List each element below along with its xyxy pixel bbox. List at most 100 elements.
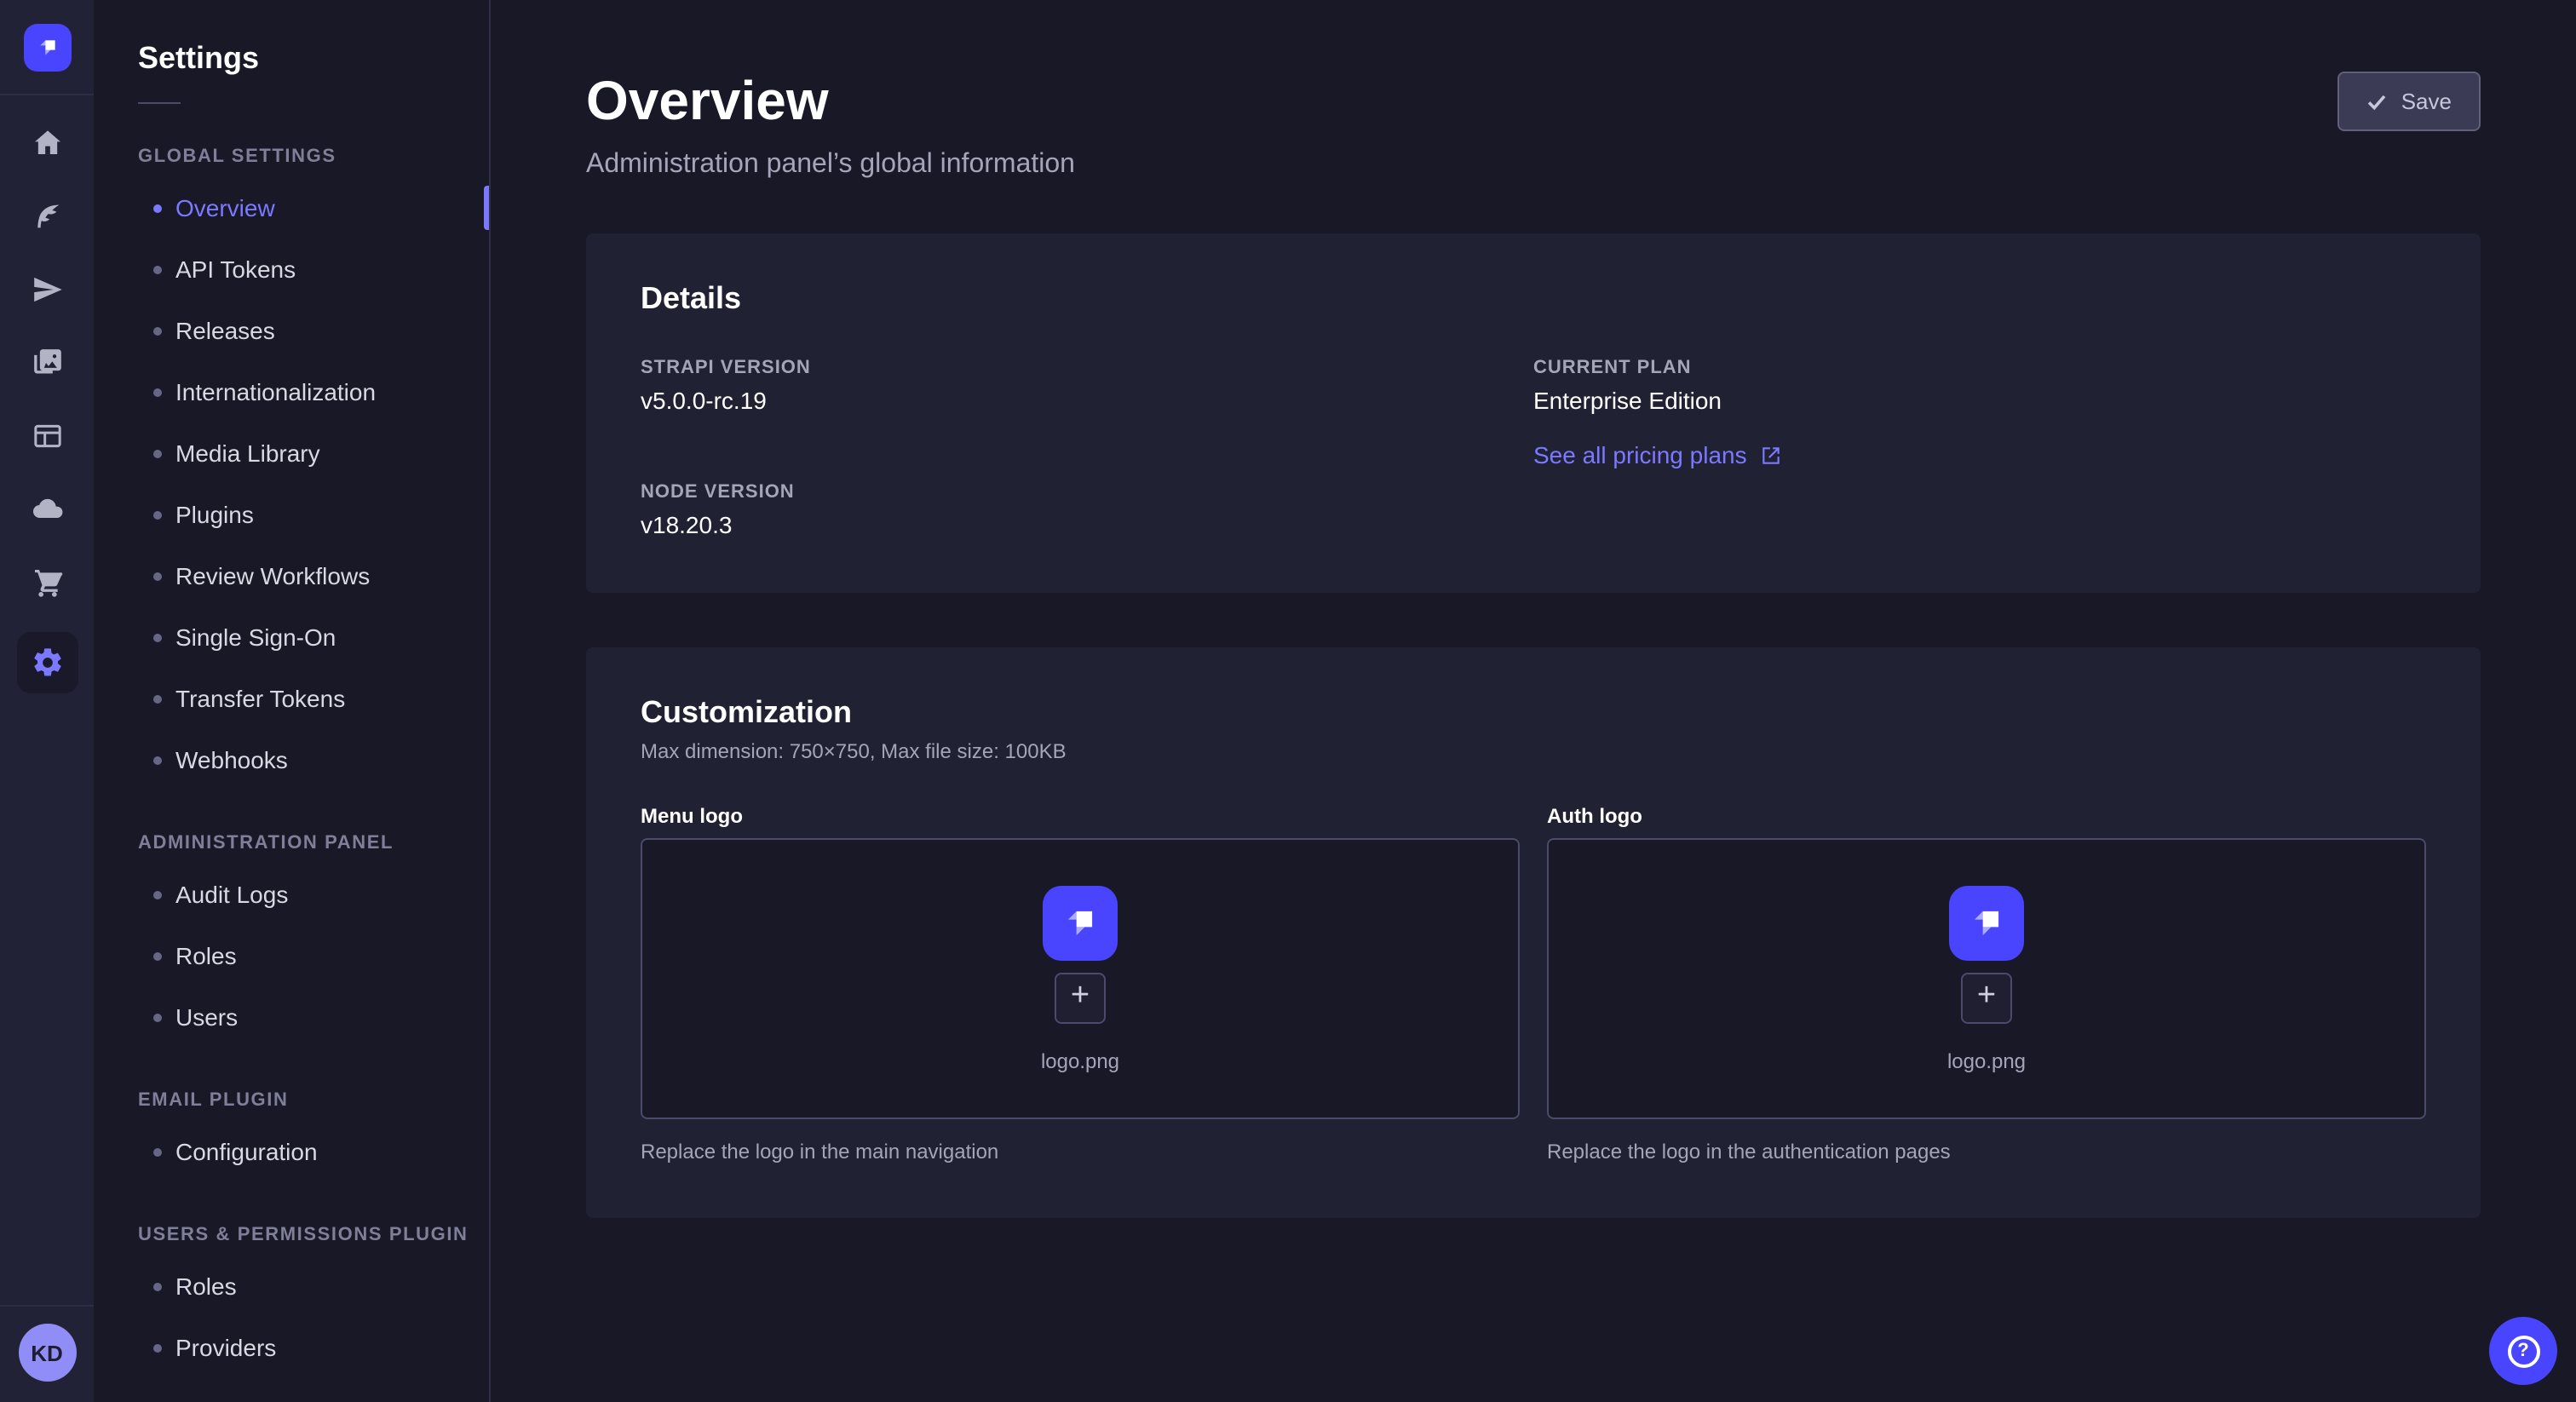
bullet-icon [153, 756, 162, 764]
current-plan-field: CURRENT PLAN Enterprise Edition [1533, 358, 2426, 414]
settings-nav-sections: GLOBAL SETTINGS Overview API Tokens Release… [94, 147, 489, 1378]
bullet-icon [153, 510, 162, 519]
nav-section-label: GLOBAL SETTINGS [94, 147, 489, 167]
settings-nav-item-users[interactable]: Users [94, 986, 489, 1048]
auth-logo-upload-box[interactable]: + logo.png [1547, 838, 2426, 1119]
images-rail-button[interactable] [30, 346, 64, 380]
menu-logo-preview [1043, 885, 1118, 960]
settings-nav-item-api-tokens[interactable]: API Tokens [94, 238, 489, 300]
nav-section-label: USERS & PERMISSIONS PLUGIN [94, 1225, 489, 1245]
layout-icon [30, 419, 64, 453]
settings-nav-item-providers[interactable]: Providers [94, 1317, 489, 1378]
current-plan-value: Enterprise Edition [1533, 387, 2426, 414]
settings-nav-item-overview[interactable]: Overview [94, 177, 489, 238]
nav-item-label: Webhooks [175, 746, 288, 773]
bullet-icon [153, 951, 162, 960]
layout-rail-button[interactable] [30, 419, 64, 453]
bullet-icon [153, 694, 162, 703]
settings-nav-item-configuration[interactable]: Configuration [94, 1121, 489, 1182]
settings-nav-item-roles[interactable]: Roles [94, 1255, 489, 1317]
main-content: Overview Administration panel’s global i… [491, 0, 2576, 1402]
strapi-workspace-button[interactable] [23, 24, 71, 72]
bullet-icon [153, 388, 162, 396]
menu-logo-filename: logo.png [1041, 1049, 1119, 1072]
bullet-icon [153, 265, 162, 273]
nav-section-label: EMAIL PLUGIN [94, 1090, 489, 1111]
external-link-icon [1761, 444, 1783, 466]
save-button-label: Save [2401, 89, 2452, 114]
save-button[interactable]: Save [2338, 72, 2481, 131]
nav-item-label: Review Workflows [175, 562, 370, 589]
strapi-admin-app: KD Settings GLOBAL SETTINGSOverviewAPI T… [0, 0, 2576, 1402]
bullet-icon [153, 1013, 162, 1021]
strapi-logo-icon [1964, 900, 2009, 945]
nav-list: Configuration [94, 1121, 489, 1182]
node-version-value: v18.20.3 [641, 511, 1533, 538]
bullet-icon [153, 572, 162, 580]
settings-nav-item-review-workflows[interactable]: Review Workflows [94, 545, 489, 606]
rail-nav [16, 95, 78, 693]
main-nav-rail: KD [0, 0, 94, 1402]
nav-item-label: Providers [175, 1334, 276, 1361]
nav-item-label: Overview [175, 194, 275, 221]
menu-logo-hint: Replace the logo in the main navigation [641, 1140, 1520, 1164]
details-left-column: STRAPI VERSION v5.0.0-rc.19 NODE VERSION… [641, 358, 1533, 538]
title-rule [138, 102, 181, 104]
page-header-text: Overview Administration panel’s global i… [586, 68, 1075, 181]
active-indicator [484, 186, 489, 230]
user-avatar[interactable]: KD [18, 1324, 76, 1382]
bullet-icon [153, 633, 162, 641]
customization-card: Customization Max dimension: 750×750, Ma… [586, 647, 2481, 1218]
help-button[interactable]: ? [2489, 1317, 2557, 1385]
nav-section-email-plugin: EMAIL PLUGIN Configuration [94, 1090, 489, 1182]
settings-nav-item-plugins[interactable]: Plugins [94, 484, 489, 545]
feather-rail-button[interactable] [30, 199, 64, 233]
auth-logo-label: Auth logo [1547, 804, 2426, 828]
auth-logo-field: Auth logo + logo.png Replace the logo [1547, 804, 2426, 1164]
customization-card-subtitle: Max dimension: 750×750, Max file size: 1… [641, 739, 2426, 763]
details-right-column: CURRENT PLAN Enterprise Edition See all … [1533, 358, 2426, 538]
auth-logo-add-button[interactable]: + [1961, 972, 2012, 1023]
plus-icon: + [1071, 980, 1090, 1012]
pricing-plans-link[interactable]: See all pricing plans [1533, 441, 1783, 468]
settings-nav-item-transfer-tokens[interactable]: Transfer Tokens [94, 668, 489, 729]
settings-nav-item-webhooks[interactable]: Webhooks [94, 729, 489, 790]
settings-nav-item-internationalization[interactable]: Internationalization [94, 361, 489, 422]
menu-logo-add-button[interactable]: + [1055, 972, 1106, 1023]
menu-logo-upload-box[interactable]: + logo.png [641, 838, 1520, 1119]
auth-logo-hint: Replace the logo in the authentication p… [1547, 1140, 2426, 1164]
nav-item-label: Releases [175, 317, 275, 344]
paper-plane-rail-button[interactable] [30, 273, 64, 307]
home-rail-button[interactable] [30, 126, 64, 160]
page-header: Overview Administration panel’s global i… [586, 68, 2481, 181]
nav-section-label: ADMINISTRATION PANEL [94, 833, 489, 853]
bullet-icon [153, 449, 162, 457]
details-card: Details STRAPI VERSION v5.0.0-rc.19 NODE… [586, 233, 2481, 593]
bullet-icon [153, 1282, 162, 1290]
home-icon [30, 126, 64, 160]
strapi-logo-icon [33, 34, 60, 61]
pricing-plans-link-label: See all pricing plans [1533, 441, 1747, 468]
settings-nav-item-roles[interactable]: Roles [94, 925, 489, 986]
settings-nav-item-audit-logs[interactable]: Audit Logs [94, 864, 489, 925]
nav-item-label: Roles [175, 942, 237, 969]
strapi-version-label: STRAPI VERSION [641, 358, 1533, 378]
strapi-version-field: STRAPI VERSION v5.0.0-rc.19 [641, 358, 1533, 414]
rail-bottom-divider [0, 1305, 94, 1307]
auth-logo-preview [1949, 885, 2024, 960]
settings-nav-item-media-library[interactable]: Media Library [94, 422, 489, 484]
settings-nav-item-releases[interactable]: Releases [94, 300, 489, 361]
logo-grid: Menu logo + logo.png Replace the logo [641, 804, 2426, 1164]
settings-nav-item-single-sign-on[interactable]: Single Sign-On [94, 606, 489, 668]
gear-rail-button[interactable] [16, 632, 78, 693]
nav-item-label: Internationalization [175, 378, 376, 405]
cloud-rail-button[interactable] [30, 492, 64, 526]
settings-subnav: Settings GLOBAL SETTINGSOverviewAPI Toke… [94, 0, 491, 1402]
nav-item-label: Audit Logs [175, 881, 288, 908]
bullet-icon [153, 1343, 162, 1352]
strapi-logo-icon [1058, 900, 1102, 945]
paper-plane-icon [30, 273, 64, 307]
cart-rail-button[interactable] [30, 566, 64, 600]
menu-logo-label: Menu logo [641, 804, 1520, 828]
bullet-icon [153, 326, 162, 335]
